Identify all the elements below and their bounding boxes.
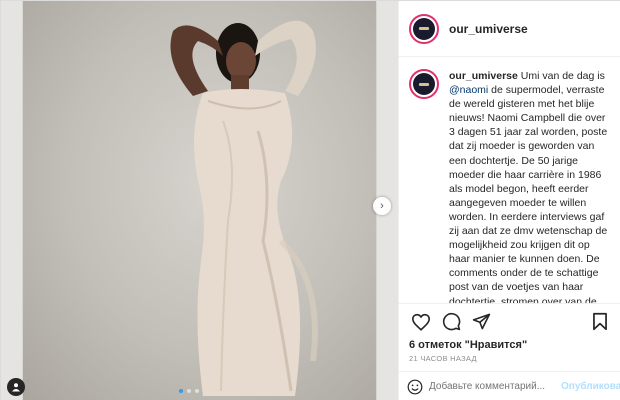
emoji-icon: [407, 379, 423, 394]
comment-form: Опубликовать: [399, 371, 620, 400]
post-media[interactable]: ›: [1, 1, 398, 400]
carousel-dot: [195, 389, 199, 393]
author-username[interactable]: our_umiverse: [449, 22, 528, 36]
comment-input[interactable]: [429, 381, 561, 392]
carousel-dots: [179, 389, 199, 393]
save-button[interactable]: [588, 310, 612, 334]
caption-username[interactable]: our_umiverse: [449, 70, 518, 82]
media-letterbox-left: [1, 1, 23, 400]
likes-count[interactable]: 6 отметок "Нравится": [409, 339, 527, 351]
instagram-post: › our_umiverse our_umiverse Umi van de d…: [0, 0, 620, 400]
post-sidebar: our_umiverse our_umiverse Umi van de dag…: [398, 1, 620, 400]
post-timestamp[interactable]: 21 ЧАСОВ НАЗАД: [409, 354, 477, 363]
publish-button[interactable]: Опубликовать: [561, 381, 620, 392]
share-icon: [472, 313, 490, 330]
action-bar: [399, 303, 620, 339]
user-tag-button[interactable]: [7, 378, 25, 396]
caption-avatar[interactable]: [409, 69, 439, 99]
caption-text-rest: de supermodel, verraste de wereld gister…: [449, 84, 608, 303]
share-button[interactable]: [469, 310, 493, 334]
comment-button[interactable]: [439, 310, 463, 334]
author-avatar[interactable]: [409, 13, 439, 44]
user-tag-icon: [12, 383, 20, 392]
emoji-button[interactable]: [407, 378, 423, 396]
post-header: our_umiverse: [399, 1, 620, 57]
caption-section: our_umiverse Umi van de dag is @naomi de…: [399, 57, 620, 303]
post-caption: our_umiverse Umi van de dag is @naomi de…: [449, 69, 612, 303]
caption-mention-link[interactable]: @naomi: [449, 84, 488, 96]
heart-icon: [411, 313, 431, 331]
like-button[interactable]: [409, 310, 433, 334]
chevron-right-icon: ›: [380, 200, 384, 212]
carousel-dot-active: [179, 389, 183, 393]
bookmark-icon: [593, 312, 607, 331]
carousel-dot: [187, 389, 191, 393]
model-figure-illustration: [170, 20, 318, 396]
comment-icon: [442, 312, 460, 331]
carousel-next-button[interactable]: ›: [373, 197, 391, 215]
caption-text-start: Umi van de dag is: [517, 70, 605, 82]
